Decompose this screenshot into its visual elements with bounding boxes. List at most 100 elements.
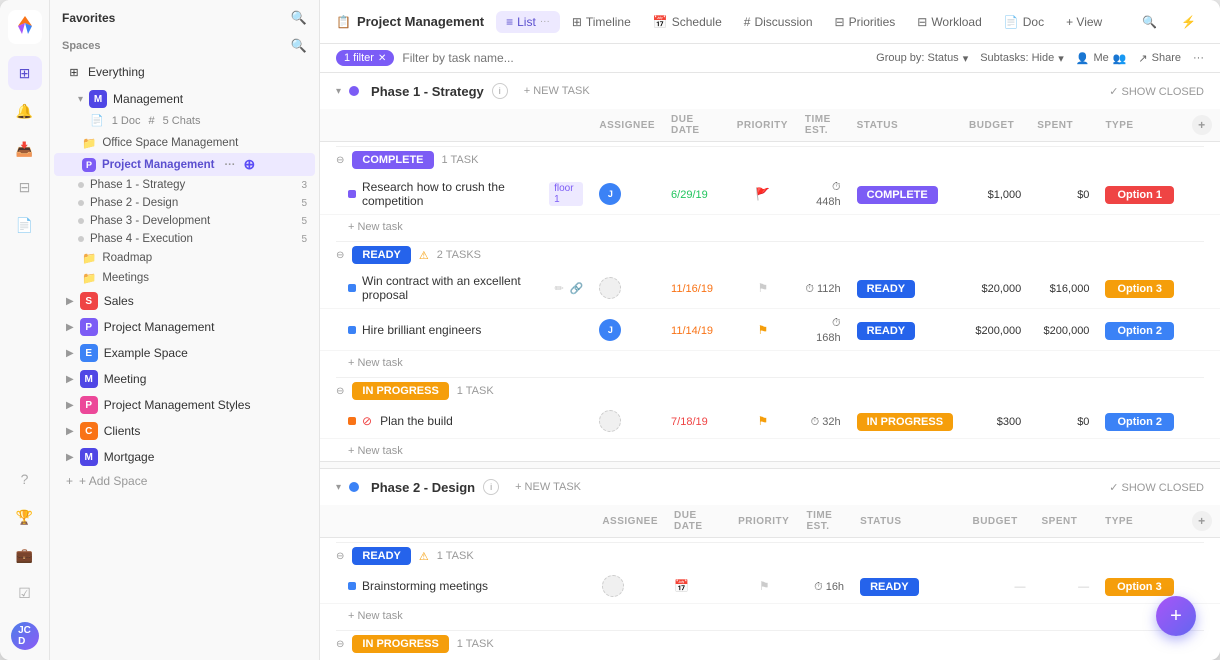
docs-icon[interactable]: 📄	[8, 208, 42, 242]
sidebar-item-phase2[interactable]: Phase 2 - Design 5	[70, 194, 315, 212]
clients-arrow[interactable]: ▶	[66, 426, 74, 437]
status-badge[interactable]: COMPLETE	[857, 186, 938, 204]
status-badge[interactable]: IN PROGRESS	[857, 413, 953, 431]
sidebar-search-icon[interactable]: 🔍	[291, 10, 307, 26]
sidebar-item-example[interactable]: ▶ E Example Space	[54, 340, 315, 366]
pm-styles-arrow[interactable]: ▶	[66, 400, 74, 411]
share-btn[interactable]: ↗ Share	[1138, 52, 1181, 65]
phase2-new-task-btn[interactable]: + NEW TASK	[515, 481, 581, 493]
status-badge[interactable]: READY	[860, 578, 919, 596]
filter-input[interactable]	[402, 51, 868, 65]
tab-add-view[interactable]: + View	[1056, 11, 1112, 33]
home-icon[interactable]: ⊞	[8, 56, 42, 90]
tab-doc[interactable]: 📄 Doc	[994, 11, 1054, 33]
management-arrow[interactable]: ▾	[78, 94, 83, 105]
fab-button[interactable]: +	[1156, 596, 1196, 636]
sidebar-item-project-management[interactable]: P Project Management ··· ⊕	[54, 153, 315, 176]
type-badge[interactable]: Option 3	[1105, 578, 1174, 596]
phase1-info-icon[interactable]: i	[492, 83, 508, 99]
checklist-icon[interactable]: ☑	[8, 576, 42, 610]
sidebar-item-pm[interactable]: ▶ P Project Management	[54, 314, 315, 340]
pm-more-icon[interactable]: ···	[224, 159, 235, 171]
sidebar-item-clients[interactable]: ▶ C Clients	[54, 418, 315, 444]
filter-badge[interactable]: 1 filter ✕	[336, 50, 394, 66]
user-avatar[interactable]: JCD	[11, 622, 39, 650]
filter-clear-btn[interactable]: ✕	[378, 53, 386, 64]
inprogress2-group-arrow[interactable]: ⊖	[336, 639, 344, 650]
pm-arrow[interactable]: ▶	[66, 322, 74, 333]
assignee-avatar[interactable]: J	[599, 183, 621, 205]
phase2-show-closed-btn[interactable]: ✓ SHOW CLOSED	[1109, 481, 1204, 494]
sidebar-item-meetings[interactable]: 📁 Meetings	[54, 268, 315, 288]
tab-timeline[interactable]: ⊞ Timeline	[562, 11, 641, 33]
sidebar-item-mortgage[interactable]: ▶ M Mortgage	[54, 444, 315, 470]
new-task-link[interactable]: + New task	[348, 610, 403, 622]
new-task-link[interactable]: + New task	[348, 221, 403, 233]
add-column-btn-2[interactable]: +	[1192, 511, 1212, 531]
tab-priorities[interactable]: ⊟ Priorities	[825, 11, 906, 33]
notifications-icon[interactable]: 🔔	[8, 94, 42, 128]
sidebar-item-roadmap[interactable]: 📁 Roadmap	[54, 248, 315, 268]
inprogress-status-chip[interactable]: IN PROGRESS	[352, 382, 448, 400]
add-column-btn[interactable]: +	[1192, 115, 1212, 135]
ready2-group-arrow[interactable]: ⊖	[336, 551, 344, 562]
new-task-link[interactable]: + New task	[348, 357, 403, 369]
sidebar-item-phase4[interactable]: Phase 4 - Execution 5	[70, 230, 315, 248]
pm-add-icon[interactable]: ⊕	[243, 156, 255, 173]
help-icon[interactable]: ?	[8, 462, 42, 496]
subtasks-btn[interactable]: Subtasks: Hide ▾	[980, 52, 1064, 65]
edit-icon[interactable]: ✏	[554, 282, 563, 295]
meeting-arrow[interactable]: ▶	[66, 374, 74, 385]
phase2-arrow[interactable]: ▾	[336, 482, 341, 493]
type-badge[interactable]: Option 2	[1105, 322, 1174, 340]
ready-status-chip[interactable]: READY	[352, 246, 411, 264]
sidebar-item-sales[interactable]: ▶ S Sales	[54, 288, 315, 314]
type-badge[interactable]: Option 2	[1105, 413, 1174, 431]
complete-status-chip[interactable]: COMPLETE	[352, 151, 433, 169]
mortgage-arrow[interactable]: ▶	[66, 452, 74, 463]
sidebar-item-phase3[interactable]: Phase 3 - Development 5	[70, 212, 315, 230]
briefcase-icon[interactable]: 💼	[8, 538, 42, 572]
tab-workload[interactable]: ⊟ Workload	[907, 11, 992, 33]
search-btn[interactable]: 🔍	[1134, 11, 1165, 33]
assignee-avatar-empty[interactable]	[599, 410, 621, 432]
assignee-avatar-empty[interactable]	[599, 277, 621, 299]
new-task-link[interactable]: + New task	[348, 445, 403, 457]
lightning-btn[interactable]: ⚡	[1173, 11, 1204, 33]
inprogress-group-arrow[interactable]: ⊖	[336, 386, 344, 397]
sales-arrow[interactable]: ▶	[66, 296, 74, 307]
phase1-show-closed-btn[interactable]: ✓ SHOW CLOSED	[1109, 85, 1204, 98]
tab-schedule[interactable]: 📅 Schedule	[643, 11, 732, 33]
group-by-btn[interactable]: Group by: Status ▾	[876, 52, 968, 65]
spaces-search-icon[interactable]: 🔍	[291, 38, 307, 54]
assignee-avatar[interactable]: J	[599, 319, 621, 341]
ready2-status-chip[interactable]: READY	[352, 547, 411, 565]
tab-discussion[interactable]: # Discussion	[734, 11, 823, 33]
phase2-info-icon[interactable]: i	[483, 479, 499, 495]
example-arrow[interactable]: ▶	[66, 348, 74, 359]
status-badge[interactable]: READY	[857, 322, 916, 340]
more-btn[interactable]: ···	[1193, 52, 1204, 64]
tab-list[interactable]: ≡ List ···	[496, 11, 560, 33]
list-more-icon[interactable]: ···	[540, 16, 550, 27]
trophy-icon[interactable]: 🏆	[8, 500, 42, 534]
dashboard-icon[interactable]: ⊟	[8, 170, 42, 204]
ready-group-arrow[interactable]: ⊖	[336, 250, 344, 261]
app-logo[interactable]	[8, 10, 42, 44]
sidebar-item-pm-styles[interactable]: ▶ P Project Management Styles	[54, 392, 315, 418]
inprogress2-status-chip[interactable]: IN PROGRESS	[352, 635, 448, 653]
status-badge[interactable]: READY	[857, 280, 916, 298]
phase1-new-task-btn[interactable]: + NEW TASK	[524, 85, 590, 97]
sidebar-item-office-space[interactable]: 📁 Office Space Management	[54, 133, 315, 153]
sidebar-item-everything[interactable]: ⊞ Everything	[54, 60, 315, 84]
me-btn[interactable]: 👤 Me 👥	[1076, 52, 1127, 65]
inbox-icon[interactable]: 📥	[8, 132, 42, 166]
type-badge[interactable]: Option 3	[1105, 280, 1174, 298]
sidebar-item-management[interactable]: ▾ M Management	[66, 86, 303, 112]
complete-group-arrow[interactable]: ⊖	[336, 155, 344, 166]
type-badge[interactable]: Option 1	[1105, 186, 1174, 204]
link-icon[interactable]: 🔗	[570, 282, 584, 295]
phase1-arrow[interactable]: ▾	[336, 86, 341, 97]
add-space-item[interactable]: + + Add Space	[54, 470, 315, 492]
sidebar-item-phase1[interactable]: Phase 1 - Strategy 3	[70, 176, 315, 194]
